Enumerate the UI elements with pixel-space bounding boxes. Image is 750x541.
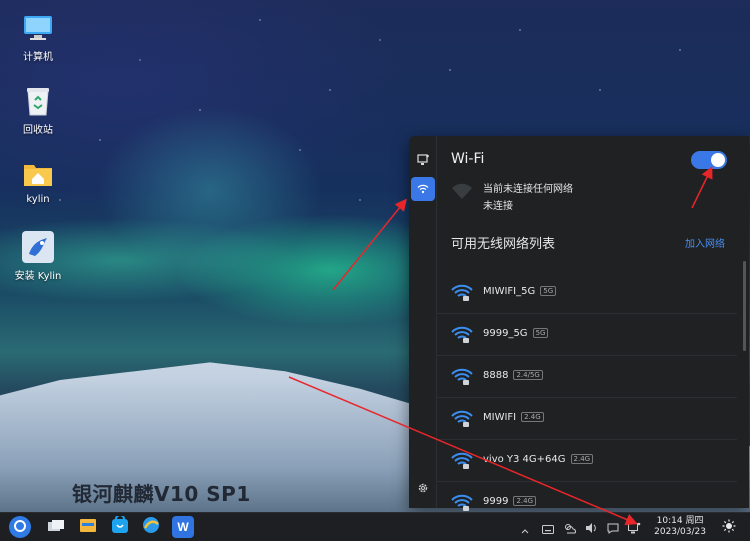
wifi-title: Wi-Fi bbox=[451, 151, 485, 167]
volume-tray-button[interactable] bbox=[584, 521, 598, 535]
wifi-disconnected-icon bbox=[451, 182, 473, 204]
wifi-band-badge: 2.4/5G bbox=[513, 370, 543, 380]
browser-button[interactable] bbox=[140, 516, 162, 538]
wifi-toggle[interactable] bbox=[691, 151, 727, 169]
taskbar: W 10:14 周四 2023/03/23 bbox=[0, 512, 750, 541]
wifi-ssid: 9999 2.4G bbox=[483, 496, 537, 507]
wifi-network-item[interactable]: MIWIFI_5G 5G bbox=[437, 272, 737, 314]
start-menu-button[interactable] bbox=[9, 516, 31, 538]
wifi-band-badge: 2.4G bbox=[570, 454, 594, 464]
taskbar-clock[interactable]: 10:14 周四 2023/03/23 bbox=[654, 516, 706, 538]
network-icon bbox=[627, 519, 641, 538]
wifi-locked-icon bbox=[451, 368, 473, 390]
wifi-band-badge: 5G bbox=[532, 328, 549, 338]
computer-icon bbox=[22, 12, 54, 44]
trash-icon bbox=[22, 85, 54, 117]
wifi-ssid-name: 8888 bbox=[483, 370, 509, 381]
wifi-ssid-name: 9999_5G bbox=[483, 328, 528, 339]
desktop-icon-label: 回收站 bbox=[23, 125, 53, 136]
wifi-icon bbox=[417, 180, 429, 199]
wifi-locked-icon bbox=[451, 284, 473, 306]
wifi-ssid: MIWIFI_5G 5G bbox=[483, 286, 557, 297]
wifi-list-title: 可用无线网络列表 bbox=[451, 237, 556, 252]
file-manager-icon bbox=[79, 517, 97, 537]
start-menu-icon bbox=[13, 518, 27, 537]
panel-sidebar bbox=[409, 136, 437, 508]
wifi-ssid: 8888 2.4/5G bbox=[483, 370, 543, 381]
notification-tray-button[interactable] bbox=[606, 521, 620, 535]
desktop-icon-installer[interactable]: 安装 Kylin bbox=[3, 231, 73, 282]
wifi-network-item[interactable]: MIWIFI 2.4G bbox=[437, 398, 737, 440]
gear-icon bbox=[417, 479, 429, 498]
installer-icon bbox=[22, 231, 54, 263]
wired-network-icon bbox=[417, 151, 429, 170]
wps-icon: W bbox=[177, 520, 189, 534]
weather-icon bbox=[563, 519, 577, 538]
wifi-network-item[interactable]: vivo Y3 4G+64G 2.4G bbox=[437, 440, 737, 482]
network-settings-button[interactable] bbox=[411, 476, 435, 500]
panel-main: Wi-Fi 当前未连接任何网络 未连接 可用无线网络列表 加入网络 MIWIFI… bbox=[437, 136, 749, 524]
network-panel: Wi-Fi 当前未连接任何网络 未连接 可用无线网络列表 加入网络 MIWIFI… bbox=[409, 136, 749, 524]
theme-toggle-button[interactable] bbox=[722, 518, 736, 537]
desktop-icon-label: kylin bbox=[26, 194, 50, 205]
weather-tray-button[interactable] bbox=[563, 521, 577, 535]
speaker-icon bbox=[585, 519, 597, 538]
clock-time: 10:14 周四 bbox=[656, 516, 704, 526]
wifi-ssid-name: MIWIFI_5G bbox=[483, 286, 536, 297]
wired-network-tab[interactable] bbox=[411, 148, 435, 172]
wifi-network-item[interactable]: 8888 2.4/5G bbox=[437, 356, 737, 398]
wifi-ssid-name: vivo Y3 4G+64G bbox=[483, 454, 566, 465]
software-store-button[interactable] bbox=[109, 514, 131, 538]
clock-date: 2023/03/23 bbox=[654, 527, 706, 537]
message-icon bbox=[607, 519, 619, 538]
file-manager-button[interactable] bbox=[77, 516, 99, 538]
add-network-link[interactable]: 加入网络 bbox=[685, 235, 725, 250]
wifi-ssid: MIWIFI 2.4G bbox=[483, 412, 544, 423]
desktop-icon-computer[interactable]: 计算机 bbox=[3, 12, 73, 63]
tray-expand-button[interactable] bbox=[518, 521, 532, 535]
wifi-ssid-name: 9999 bbox=[483, 496, 509, 507]
chevron-up-icon bbox=[521, 519, 529, 538]
multitask-view-button[interactable] bbox=[45, 516, 67, 538]
wifi-ssid: 9999_5G 5G bbox=[483, 328, 549, 339]
wifi-locked-icon bbox=[451, 410, 473, 432]
multitask-view-icon bbox=[47, 518, 65, 537]
wps-button[interactable]: W bbox=[172, 516, 194, 538]
desktop-icon-trash[interactable]: 回收站 bbox=[3, 85, 73, 136]
desktop-icon-label: 计算机 bbox=[23, 52, 53, 63]
wifi-band-badge: 5G bbox=[540, 286, 557, 296]
os-watermark: 银河麒麟V10 SP1 bbox=[72, 482, 251, 506]
keyboard-icon bbox=[542, 519, 554, 538]
sun-icon bbox=[722, 518, 736, 537]
keyboard-tray-button[interactable] bbox=[541, 521, 555, 535]
arrow-to-wifi-tab bbox=[332, 198, 407, 291]
home-folder-icon bbox=[22, 158, 54, 190]
network-tray-button[interactable] bbox=[627, 521, 641, 535]
wifi-band-badge: 2.4G bbox=[513, 496, 537, 506]
desktop-icon-home[interactable]: kylin bbox=[3, 158, 73, 205]
wifi-band-badge: 2.4G bbox=[521, 412, 544, 422]
wifi-locked-icon bbox=[451, 452, 473, 474]
wifi-network-item[interactable]: 9999_5G 5G bbox=[437, 314, 737, 356]
desktop-icon-label: 安装 Kylin bbox=[14, 271, 62, 282]
wifi-list-scrollbar[interactable] bbox=[743, 261, 746, 351]
wifi-tab[interactable] bbox=[411, 177, 435, 201]
connection-status: 当前未连接任何网络 bbox=[483, 184, 573, 195]
wifi-ssid: vivo Y3 4G+64G 2.4G bbox=[483, 454, 594, 465]
browser-icon bbox=[142, 516, 160, 538]
wifi-locked-icon bbox=[451, 326, 473, 348]
connection-state: 未连接 bbox=[483, 201, 513, 212]
software-store-icon bbox=[111, 514, 129, 538]
wifi-ssid-name: MIWIFI bbox=[483, 412, 517, 423]
